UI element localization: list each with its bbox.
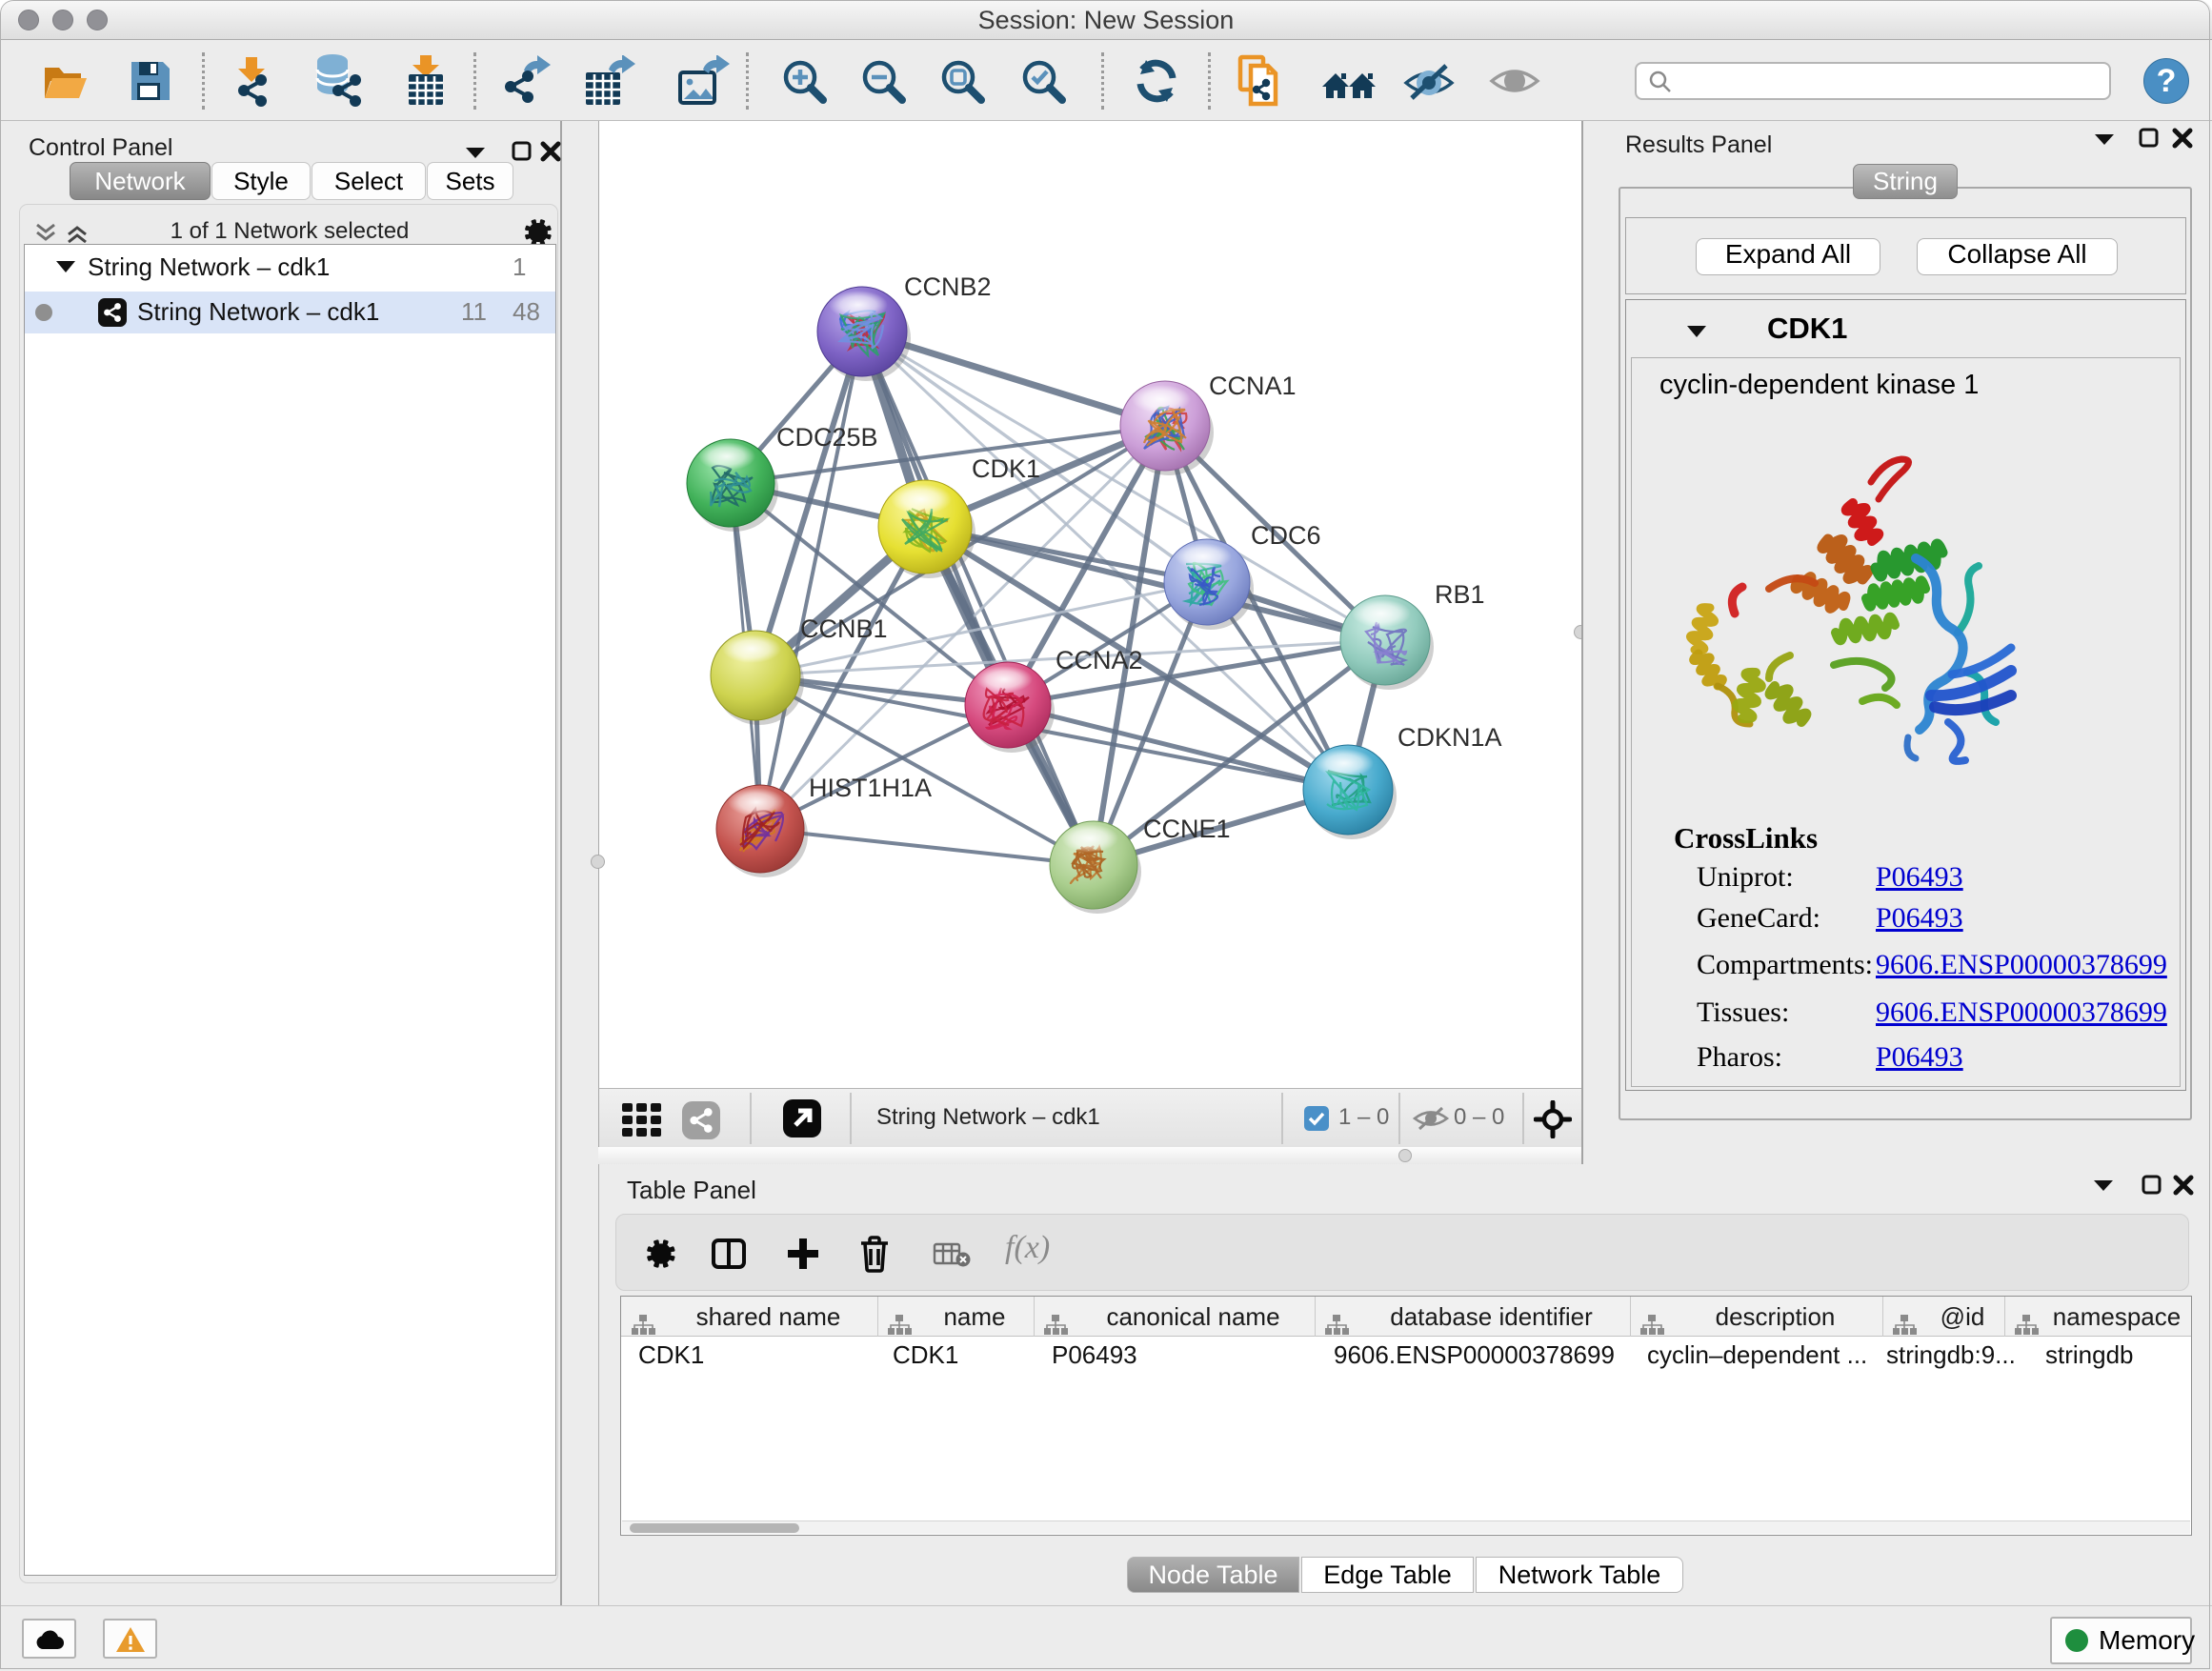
svg-text:CCNB2: CCNB2 — [904, 272, 992, 301]
svg-text:CDK1: CDK1 — [972, 454, 1040, 483]
svg-text:HIST1H1A: HIST1H1A — [809, 774, 932, 802]
svg-text:CCNA2: CCNA2 — [1056, 646, 1143, 674]
svg-text:CDC25B: CDC25B — [776, 423, 878, 452]
svg-text:CDC6: CDC6 — [1251, 521, 1321, 550]
svg-text:CCNA1: CCNA1 — [1209, 372, 1297, 400]
svg-text:CDKN1A: CDKN1A — [1398, 723, 1502, 752]
svg-text:CCNE1: CCNE1 — [1143, 815, 1231, 843]
svg-text:CCNB1: CCNB1 — [800, 614, 888, 643]
svg-text:RB1: RB1 — [1435, 580, 1485, 609]
